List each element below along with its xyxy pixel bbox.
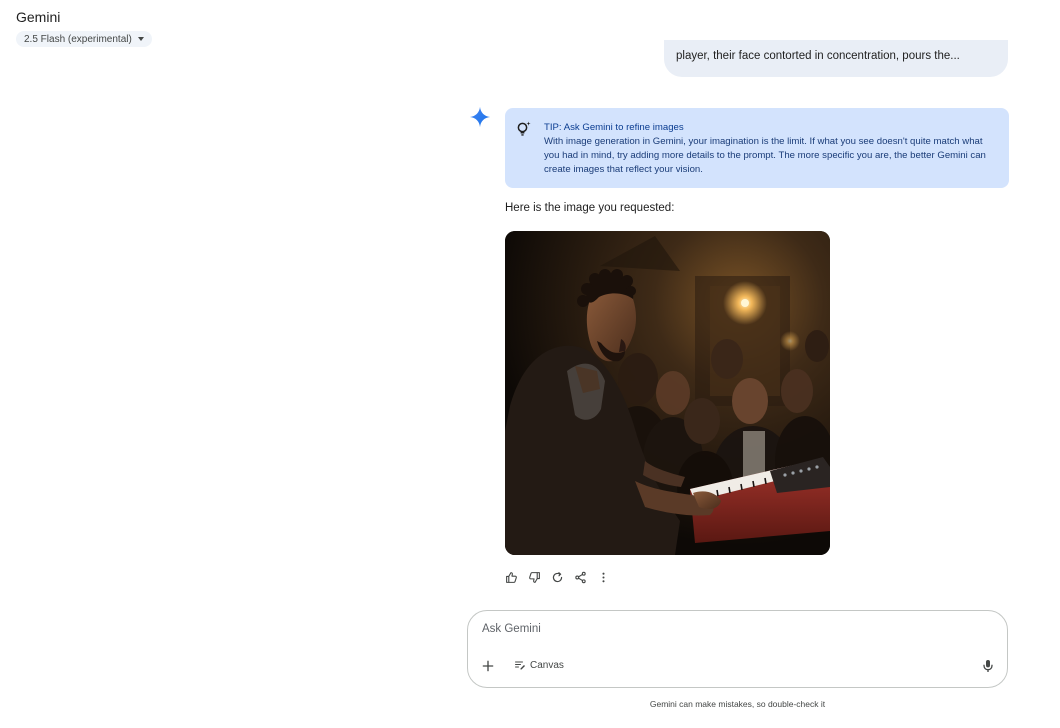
prompt-composer: Canvas — [467, 610, 1008, 688]
plus-icon[interactable] — [480, 658, 496, 674]
thumbs-down-icon[interactable] — [526, 569, 542, 585]
share-icon[interactable] — [572, 569, 588, 585]
microphone-icon[interactable] — [980, 658, 996, 674]
regenerate-icon[interactable] — [549, 569, 565, 585]
canvas-button[interactable]: Canvas — [514, 659, 564, 671]
model-picker-button[interactable]: 2.5 Flash (experimental) — [16, 31, 152, 47]
gemini-sparkle-icon — [469, 106, 491, 128]
lightbulb-icon — [517, 121, 531, 136]
tip-card: TIP: Ask Gemini to refine images With im… — [505, 108, 1009, 188]
caret-down-icon — [137, 37, 144, 41]
thumbs-up-icon[interactable] — [503, 569, 519, 585]
model-label: 2.5 Flash (experimental) — [24, 33, 132, 45]
canvas-icon — [515, 661, 525, 670]
app-title: Gemini — [16, 9, 61, 25]
canvas-label: Canvas — [530, 659, 564, 671]
generated-image-artwork — [505, 231, 830, 555]
tip-body: With image generation in Gemini, your im… — [544, 136, 986, 175]
prompt-input[interactable] — [482, 623, 962, 635]
generated-image[interactable] — [505, 231, 830, 555]
tip-title: TIP: Ask Gemini to refine images — [544, 122, 684, 133]
user-message-bubble: player, their face contorted in concentr… — [664, 40, 1008, 77]
user-message-text: player, their face contorted in concentr… — [676, 50, 960, 62]
response-actions — [503, 569, 611, 585]
response-text: Here is the image you requested: — [505, 202, 675, 214]
more-vert-icon[interactable] — [595, 569, 611, 585]
disclaimer-text: Gemini can make mistakes, so double-chec… — [649, 699, 826, 709]
